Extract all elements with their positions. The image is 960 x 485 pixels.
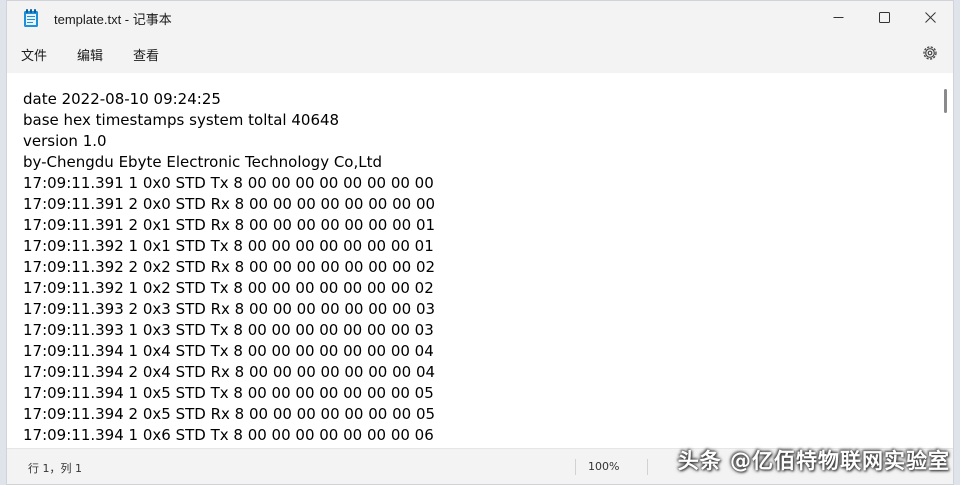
text-line: 17:09:11.394 2 0x4 STD Rx 8 00 00 00 00 …	[23, 363, 436, 381]
zoom-level: 100%	[588, 460, 620, 473]
text-line: 17:09:11.394 2 0x5 STD Rx 8 00 00 00 00 …	[23, 405, 436, 423]
text-editor-area[interactable]: date 2022-08-10 09:24:25 base hex timesta…	[7, 73, 953, 448]
text-line: 17:09:11.392 1 0x2 STD Tx 8 00 00 00 00 …	[23, 279, 434, 297]
close-icon	[924, 11, 936, 23]
text-line: 17:09:11.393 2 0x3 STD Rx 8 00 00 00 00 …	[23, 300, 436, 318]
maximize-icon	[878, 11, 890, 23]
text-line: version 1.0	[23, 132, 107, 150]
window-controls	[815, 1, 953, 33]
close-button[interactable]	[907, 1, 953, 33]
text-line: 17:09:11.393 1 0x3 STD Tx 8 00 00 00 00 …	[23, 321, 434, 339]
text-line: base hex timestamps system toltal 40648	[23, 111, 340, 129]
cursor-position: 行 1，列 1	[28, 462, 82, 475]
text-line: 17:09:11.394 1 0x4 STD Tx 8 00 00 00 00 …	[23, 342, 434, 360]
text-content: date 2022-08-10 09:24:25 base hex timesta…	[23, 89, 435, 446]
text-line: 17:09:11.391 1 0x0 STD Tx 8 00 00 00 00 …	[23, 174, 434, 192]
text-line: 17:09:11.391 2 0x1 STD Rx 8 00 00 00 00 …	[23, 216, 436, 234]
vertical-scrollbar-thumb[interactable]	[944, 89, 947, 113]
notepad-window: template.txt - 记事本 文件 编辑 查看 date 2022-08…	[6, 0, 954, 485]
menu-view[interactable]: 查看	[133, 45, 159, 64]
maximize-button[interactable]	[861, 1, 907, 33]
text-line: 17:09:11.394 1 0x6 STD Tx 8 00 00 00 00 …	[23, 426, 434, 444]
status-divider	[647, 459, 648, 475]
notepad-app-icon	[24, 9, 38, 27]
watermark: 头条 @亿佰特物联网实验室	[677, 449, 950, 473]
menu-file[interactable]: 文件	[21, 45, 47, 64]
menu-bar: 文件 编辑 查看	[7, 35, 953, 74]
text-line: 17:09:11.391 2 0x0 STD Rx 8 00 00 00 00 …	[23, 195, 436, 213]
menu-edit[interactable]: 编辑	[77, 45, 103, 64]
minimize-button[interactable]	[815, 1, 861, 33]
text-line: 17:09:11.394 1 0x5 STD Tx 8 00 00 00 00 …	[23, 384, 434, 402]
window-title: template.txt - 记事本	[54, 12, 172, 27]
status-divider	[575, 459, 576, 475]
text-line: 17:09:11.392 2 0x2 STD Rx 8 00 00 00 00 …	[23, 258, 436, 276]
text-line: date 2022-08-10 09:24:25	[23, 90, 221, 108]
title-bar[interactable]: template.txt - 记事本	[7, 1, 953, 35]
minimize-icon	[833, 16, 843, 18]
gear-icon[interactable]	[921, 44, 939, 62]
text-line: by-Chengdu Ebyte Electronic Technology C…	[23, 153, 383, 171]
text-line: 17:09:11.392 1 0x1 STD Tx 8 00 00 00 00 …	[23, 237, 434, 255]
